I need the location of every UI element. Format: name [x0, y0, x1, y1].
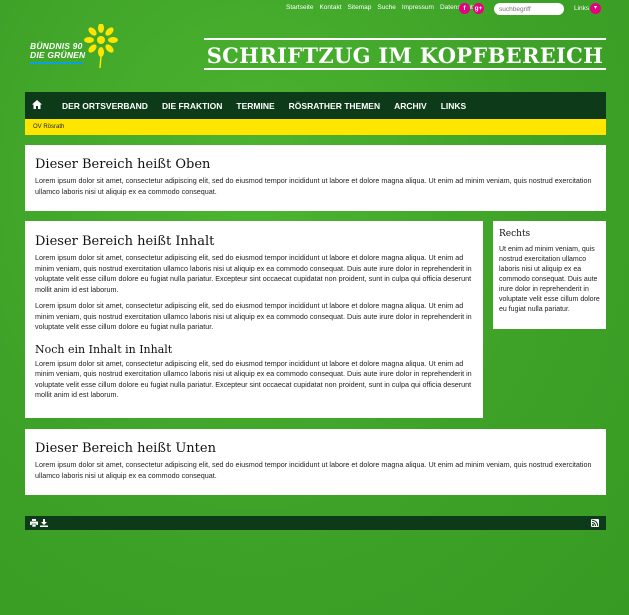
main-paragraph-3: Lorem ipsum dolor sit amet, consectetur … — [35, 358, 472, 400]
meta-link-impressum[interactable]: Impressum — [402, 4, 434, 11]
top-section-text: Lorem ipsum dolor sit amet, consectetur … — [35, 176, 592, 196]
meta-link-startseite[interactable]: Startseite — [286, 4, 313, 11]
top-section-title: Dieser Bereich heißt Oben — [35, 157, 211, 172]
page-headline: SCHRIFTZUG IM KOPFBEREICH — [206, 43, 604, 68]
nav-item-fraktion[interactable]: DIE FRAKTION — [162, 101, 222, 111]
print-icon[interactable] — [30, 519, 38, 530]
party-logo[interactable]: BÜNDNIS 90 DIE GRÜNEN — [30, 24, 120, 70]
footer-bar — [25, 516, 606, 530]
facebook-icon[interactable]: f — [459, 3, 470, 14]
nav-item-themen[interactable]: RÖSRATHER THEMEN — [289, 101, 380, 111]
rss-icon-glyph — [591, 519, 599, 527]
googleplus-icon[interactable]: g+ — [473, 3, 484, 14]
main-content: Dieser Bereich heißt Inhalt Lorem ipsum … — [25, 221, 483, 418]
print-icon-glyph — [30, 519, 38, 528]
top-section: Dieser Bereich heißt Oben Lorem ipsum do… — [25, 145, 606, 211]
download-icon[interactable] — [40, 519, 48, 530]
meta-link-suche[interactable]: Suche — [377, 4, 395, 11]
main-navigation: DER ORTSVERBAND DIE FRAKTION TERMINE RÖS… — [25, 92, 606, 119]
rss-icon[interactable] — [591, 519, 599, 527]
download-icon-glyph — [40, 519, 48, 527]
top-utility-bar: Startseite Kontakt Sitemap Suche Impress… — [0, 2, 629, 16]
main-content-title: Dieser Bereich heißt Inhalt — [35, 234, 215, 249]
sunflower-icon — [84, 24, 118, 68]
right-sidebar-text: Ut enim ad minim veniam, quis nostrud ex… — [499, 246, 600, 313]
nav-item-termine[interactable]: TERMINE — [236, 101, 274, 111]
main-paragraph-1: Lorem ipsum dolor sit amet, consectetur … — [35, 253, 472, 294]
main-content-subtitle: Noch ein Inhalt in Inhalt — [35, 342, 173, 356]
meta-link-sitemap[interactable]: Sitemap — [348, 4, 372, 11]
main-paragraph-2: Lorem ipsum dolor sit amet, consectetur … — [35, 301, 472, 331]
nav-item-links[interactable]: LINKS — [441, 101, 467, 111]
right-sidebar: Rechts Ut enim ad minim veniam, quis nos… — [493, 221, 606, 329]
meta-link-kontakt[interactable]: Kontakt — [319, 4, 341, 11]
header-banner: SCHRIFTZUG IM KOPFBEREICH — [204, 38, 606, 70]
logo-underline — [30, 62, 83, 64]
right-sidebar-title: Rechts — [499, 229, 531, 239]
bottom-section: Dieser Bereich heißt Unten Lorem ipsum d… — [25, 429, 606, 495]
search-input[interactable] — [494, 3, 564, 15]
breadcrumb[interactable]: OV Rösrath — [25, 119, 606, 135]
meta-navigation: Startseite Kontakt Sitemap Suche Impress… — [286, 4, 476, 11]
nav-item-archiv[interactable]: ARCHIV — [394, 101, 427, 111]
bottom-section-title: Dieser Bereich heißt Unten — [35, 441, 216, 456]
bottom-section-text: Lorem ipsum dolor sit amet, consectetur … — [35, 460, 592, 480]
links-label[interactable]: Links — [574, 5, 589, 12]
home-icon[interactable] — [32, 99, 48, 112]
logo-wordmark: BÜNDNIS 90 DIE GRÜNEN — [30, 41, 86, 60]
chevron-down-icon[interactable]: ▾ — [590, 3, 601, 14]
home-icon-glyph — [32, 99, 42, 109]
nav-item-ortsverband[interactable]: DER ORTSVERBAND — [62, 101, 148, 111]
